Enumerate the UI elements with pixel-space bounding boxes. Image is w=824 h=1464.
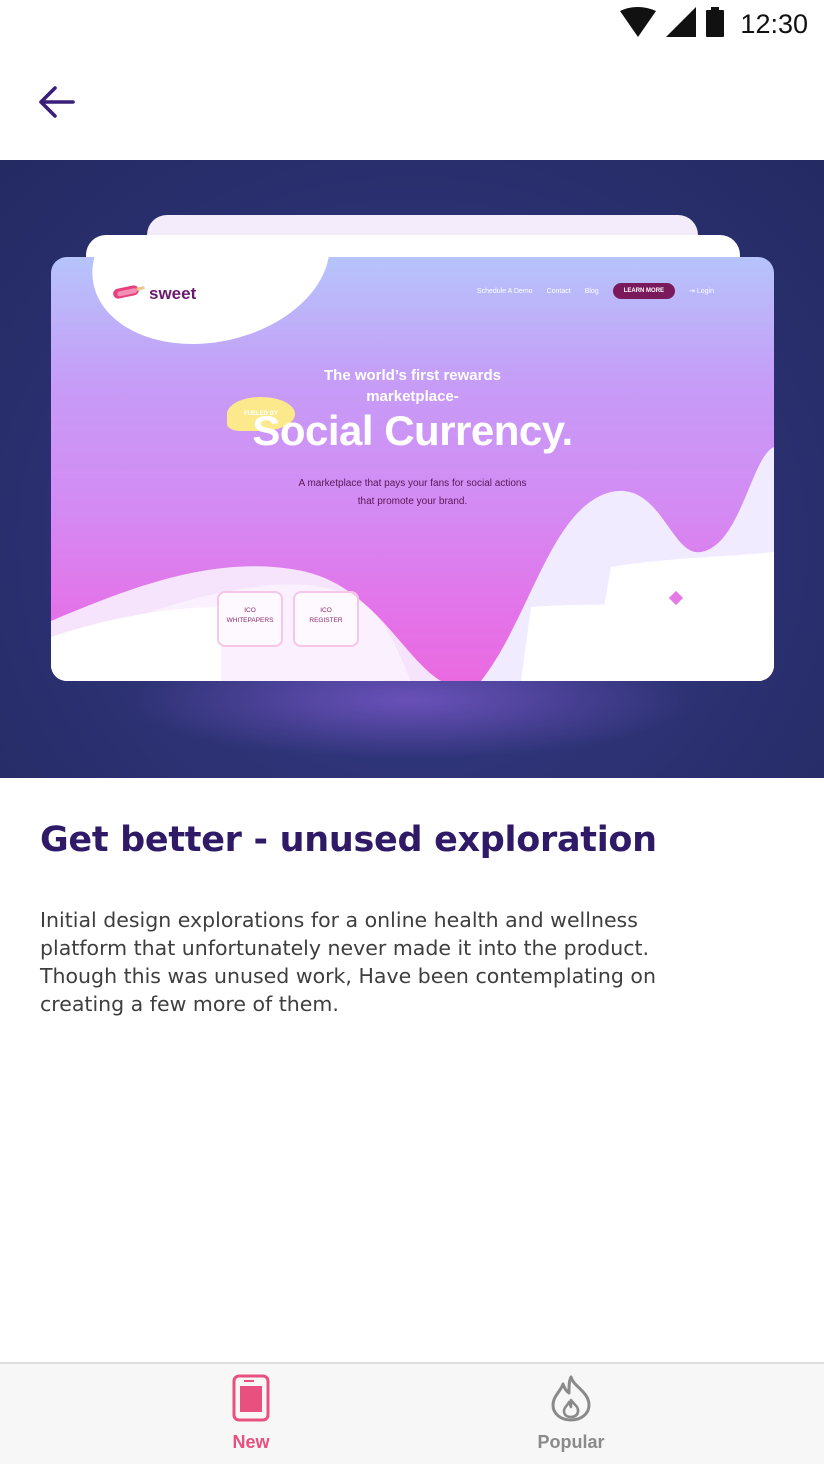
mockup-login: ⇥ Login: [689, 288, 714, 295]
description-line: Initial design explorations for a online…: [40, 908, 638, 932]
mockup-headline-line: The world’s first rewards: [324, 367, 501, 384]
mockup-box-line: ICO: [320, 607, 332, 614]
status-icons: 12:30: [620, 7, 808, 41]
tablet-icon: [232, 1374, 270, 1426]
wifi-icon: [620, 7, 657, 41]
popsicle-icon: [111, 281, 145, 307]
website-mockup: sweet Schedule A Demo Contact Blog LEARN…: [51, 257, 774, 681]
mockup-learn-more: LEARN MORE: [612, 283, 676, 299]
article-title: Get better - unused exploration: [40, 820, 657, 860]
description-line: creating a few more of them.: [40, 992, 339, 1016]
mockup-logo: sweet: [111, 281, 196, 307]
mockup-box-register: ICO REGISTER: [293, 591, 359, 647]
bottom-nav: New Popular: [0, 1362, 824, 1464]
mockup-subtitle: A marketplace that pays your fans for so…: [298, 478, 527, 507]
nav-label-popular: Popular: [537, 1432, 605, 1452]
flame-icon: [549, 1374, 593, 1426]
status-bar: 12:30: [0, 0, 824, 48]
mockup-nav-item: Contact: [546, 287, 571, 295]
mockup-headline-line: marketplace-: [366, 388, 459, 405]
mockup-logo-text: sweet: [149, 284, 197, 303]
description-line: Though this was unused work, Have been c…: [40, 964, 656, 988]
nav-label-new: New: [232, 1432, 270, 1452]
mockup-box-line: ICO: [244, 607, 256, 614]
nav-item-new[interactable]: New: [181, 1374, 321, 1460]
mockup-login-label: Login: [696, 288, 714, 295]
arrow-left-icon: [37, 85, 75, 123]
article-description: Initial design explorations for a online…: [40, 906, 690, 1018]
signal-icon: [666, 7, 697, 41]
mockup-box-line: WHITEPAPERS: [226, 617, 274, 624]
status-time: 12:30: [740, 8, 808, 39]
description-line: platform that unfortunately never made i…: [40, 936, 650, 960]
mockup-nav-item: Schedule A Demo: [476, 287, 533, 295]
mockup-headline: The world’s first rewards marketplace-: [51, 365, 774, 407]
mockup-nav-item: Blog: [584, 287, 599, 295]
mockup-big-title: Social Currency.: [252, 407, 573, 454]
mockup-nav: Schedule A Demo Contact Blog LEARN MORE …: [477, 283, 714, 299]
back-button[interactable]: [24, 72, 88, 136]
app-bar: [0, 48, 824, 160]
battery-icon: [706, 7, 725, 41]
mockup-box-whitepapers: ICO WHITEPAPERS: [217, 591, 283, 647]
mockup-box-line: REGISTER: [309, 617, 343, 624]
nav-item-popular[interactable]: Popular: [501, 1374, 641, 1460]
hero-image: sweet Schedule A Demo Contact Blog LEARN…: [0, 160, 824, 778]
